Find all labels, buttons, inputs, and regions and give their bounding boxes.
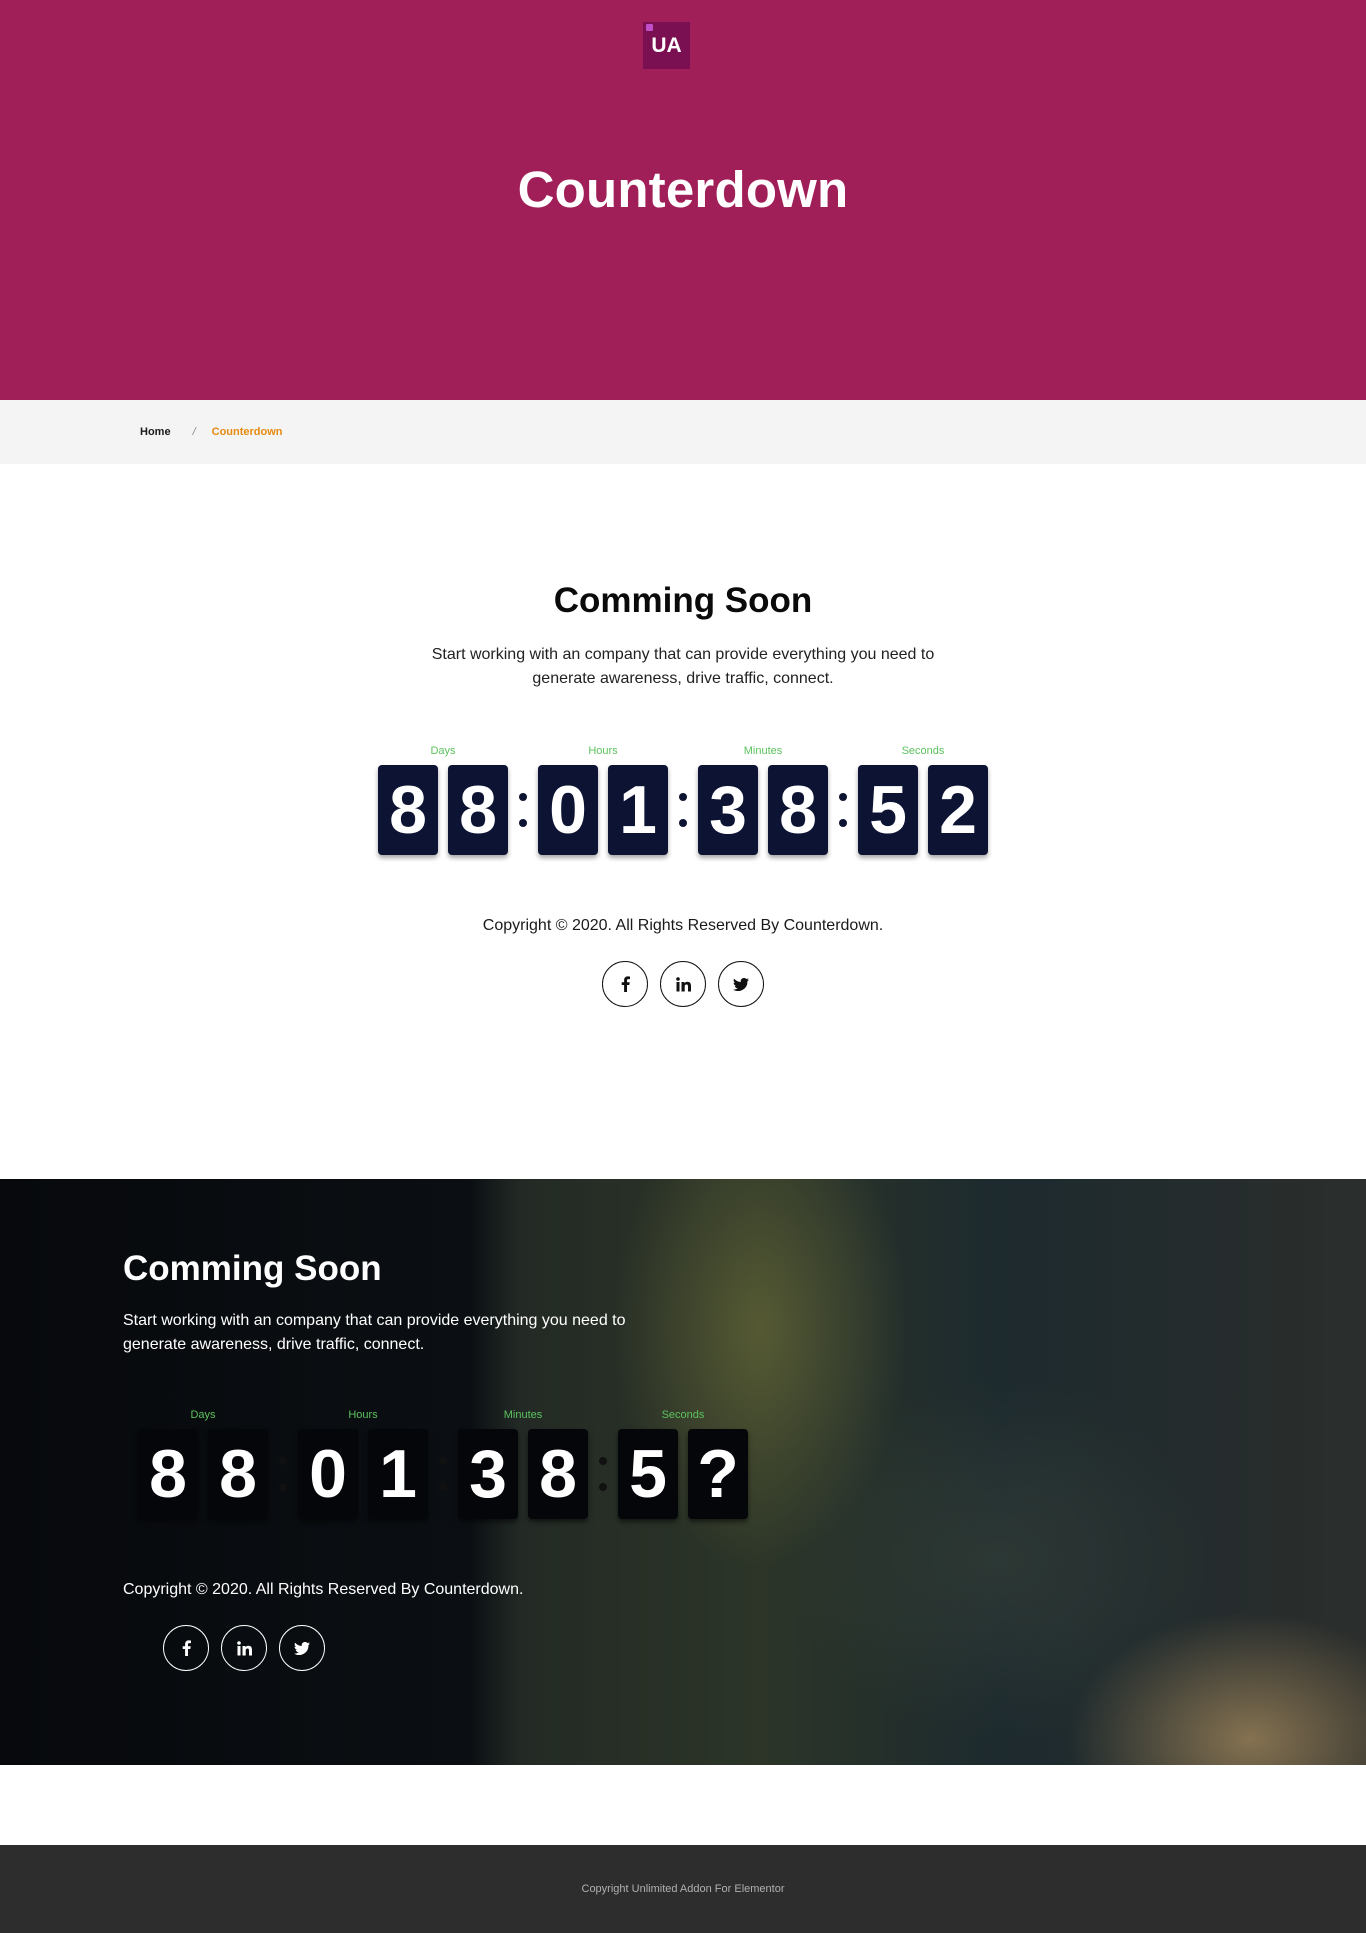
days-digit: 8 [138,1429,198,1519]
section-title: Comming Soon [123,1249,382,1288]
site-logo[interactable]: UA [643,22,690,69]
breadcrumb: Home / Counterdown [0,400,1366,464]
colon-separator [268,1429,298,1519]
colon-separator [588,1429,618,1519]
minutes-label: Minutes [743,745,783,757]
site-footer: Copyright Unlimited Addon For Elementor [0,1845,1366,1933]
breadcrumb-current: Counterdown [211,426,283,438]
colon-separator [428,1429,458,1519]
social-links [163,1625,748,1671]
logo-badge [646,24,653,31]
seconds-digit: 2 [928,765,988,855]
colon-separator [668,765,698,855]
countdown-hours: Hours 0 1 [298,1409,428,1519]
breadcrumb-separator: / [192,426,196,438]
countdown-seconds: Seconds 5 2 [858,745,988,855]
breadcrumb-home-link[interactable]: Home [140,426,171,438]
linkedin-icon[interactable] [660,961,706,1007]
page-title: Counterdown [517,161,849,218]
section-title: Comming Soon [553,581,813,620]
minutes-label: Minutes [503,1409,543,1421]
days-digit: 8 [448,765,508,855]
twitter-icon[interactable] [279,1625,325,1671]
countdown-days: Days 8 8 [138,1409,268,1519]
minutes-digit: 8 [768,765,828,855]
section-description: Start working with an company that can p… [123,1312,626,1353]
days-digit: 8 [208,1429,268,1519]
minutes-digit: 3 [458,1429,518,1519]
copyright-text: Copyright © 2020. All Rights Reserved By… [123,1581,524,1598]
linkedin-icon[interactable] [221,1625,267,1671]
hours-label: Hours [588,745,618,757]
countdown-minutes: Minutes 3 8 [698,745,828,855]
facebook-icon[interactable] [163,1625,209,1671]
section-description: Start working with an company that can p… [431,646,935,687]
countdown-hours: Hours 0 1 [538,745,668,855]
countdown-section-dark: Comming Soon Start working with an compa… [0,1179,1366,1765]
seconds-digit: 5 [618,1429,678,1519]
seconds-label: Seconds [901,745,945,757]
social-links [0,961,1366,1007]
spacer [0,1765,1366,1845]
hours-digit: 1 [368,1429,428,1519]
days-label: Days [190,1409,216,1421]
logo-text: UA [651,33,682,57]
hours-digit: 0 [298,1429,358,1519]
colon-separator [508,765,538,855]
footer-copyright: Copyright Unlimited Addon For Elementor [581,1883,785,1895]
countdown-timer: Days 8 8 Hours 0 1 Minutes 3 8 Seconds 5… [138,1409,748,1519]
countdown-section-light: Comming Soon Start working with an compa… [0,464,1366,1179]
hours-digit: 1 [608,765,668,855]
minutes-digit: 3 [698,765,758,855]
twitter-icon[interactable] [718,961,764,1007]
days-label: Days [430,745,456,757]
countdown-timer: Days 8 8 Hours 0 1 Minutes 3 8 Seconds 5… [0,745,1366,855]
colon-separator [828,765,858,855]
hero-banner: UA Counterdown [0,0,1366,400]
hours-label: Hours [348,1409,378,1421]
facebook-icon[interactable] [602,961,648,1007]
countdown-minutes: Minutes 3 8 [458,1409,588,1519]
seconds-label: Seconds [661,1409,705,1421]
countdown-seconds: Seconds 5 ? [618,1409,748,1519]
copyright-text: Copyright © 2020. All Rights Reserved By… [482,917,884,934]
minutes-digit: 8 [528,1429,588,1519]
seconds-digit: ? [688,1429,748,1519]
hours-digit: 0 [538,765,598,855]
countdown-days: Days 8 8 [378,745,508,855]
days-digit: 8 [378,765,438,855]
seconds-digit: 5 [858,765,918,855]
